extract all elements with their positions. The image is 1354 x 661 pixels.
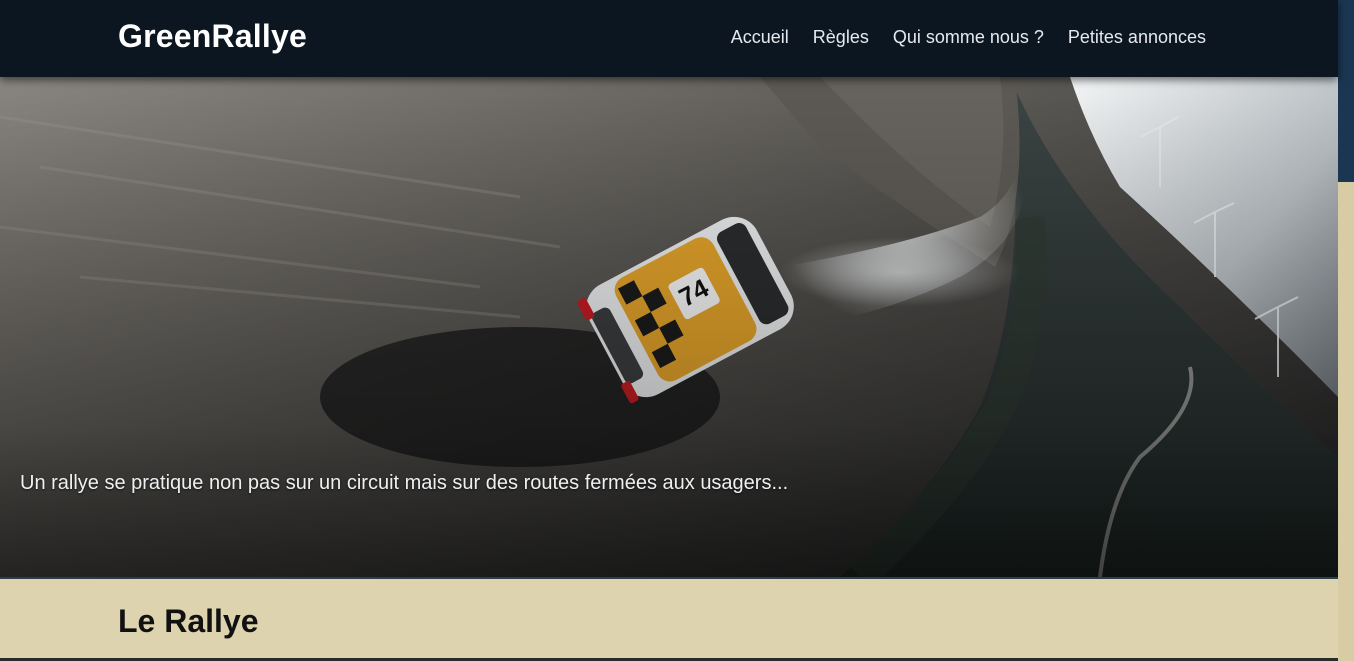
nav-link-qui-sommes-nous[interactable]: Qui somme nous ? [893, 27, 1044, 48]
nav-link-accueil[interactable]: Accueil [731, 27, 789, 48]
section-title: Le Rallye [118, 603, 259, 639]
hero-banner: 74 Un rallye se pratique non pas sur un … [0, 77, 1338, 577]
nav-link-petites-annonces[interactable]: Petites annonces [1068, 27, 1206, 48]
scrollbar-thumb[interactable] [1338, 0, 1354, 182]
page: GreenRallye Accueil Règles Qui somme nou… [0, 0, 1354, 661]
nav-links: Accueil Règles Qui somme nous ? Petites … [731, 27, 1206, 48]
brand-logo[interactable]: GreenRallye [118, 18, 307, 55]
nav-link-regles[interactable]: Règles [813, 27, 869, 48]
hero-caption: Un rallye se pratique non pas sur un cir… [20, 472, 789, 494]
main-content: Le Rallye [0, 579, 1338, 661]
scrollbar-track[interactable] [1338, 0, 1354, 661]
top-navbar: GreenRallye Accueil Règles Qui somme nou… [0, 0, 1338, 77]
hero-image: 74 [0, 77, 1338, 577]
